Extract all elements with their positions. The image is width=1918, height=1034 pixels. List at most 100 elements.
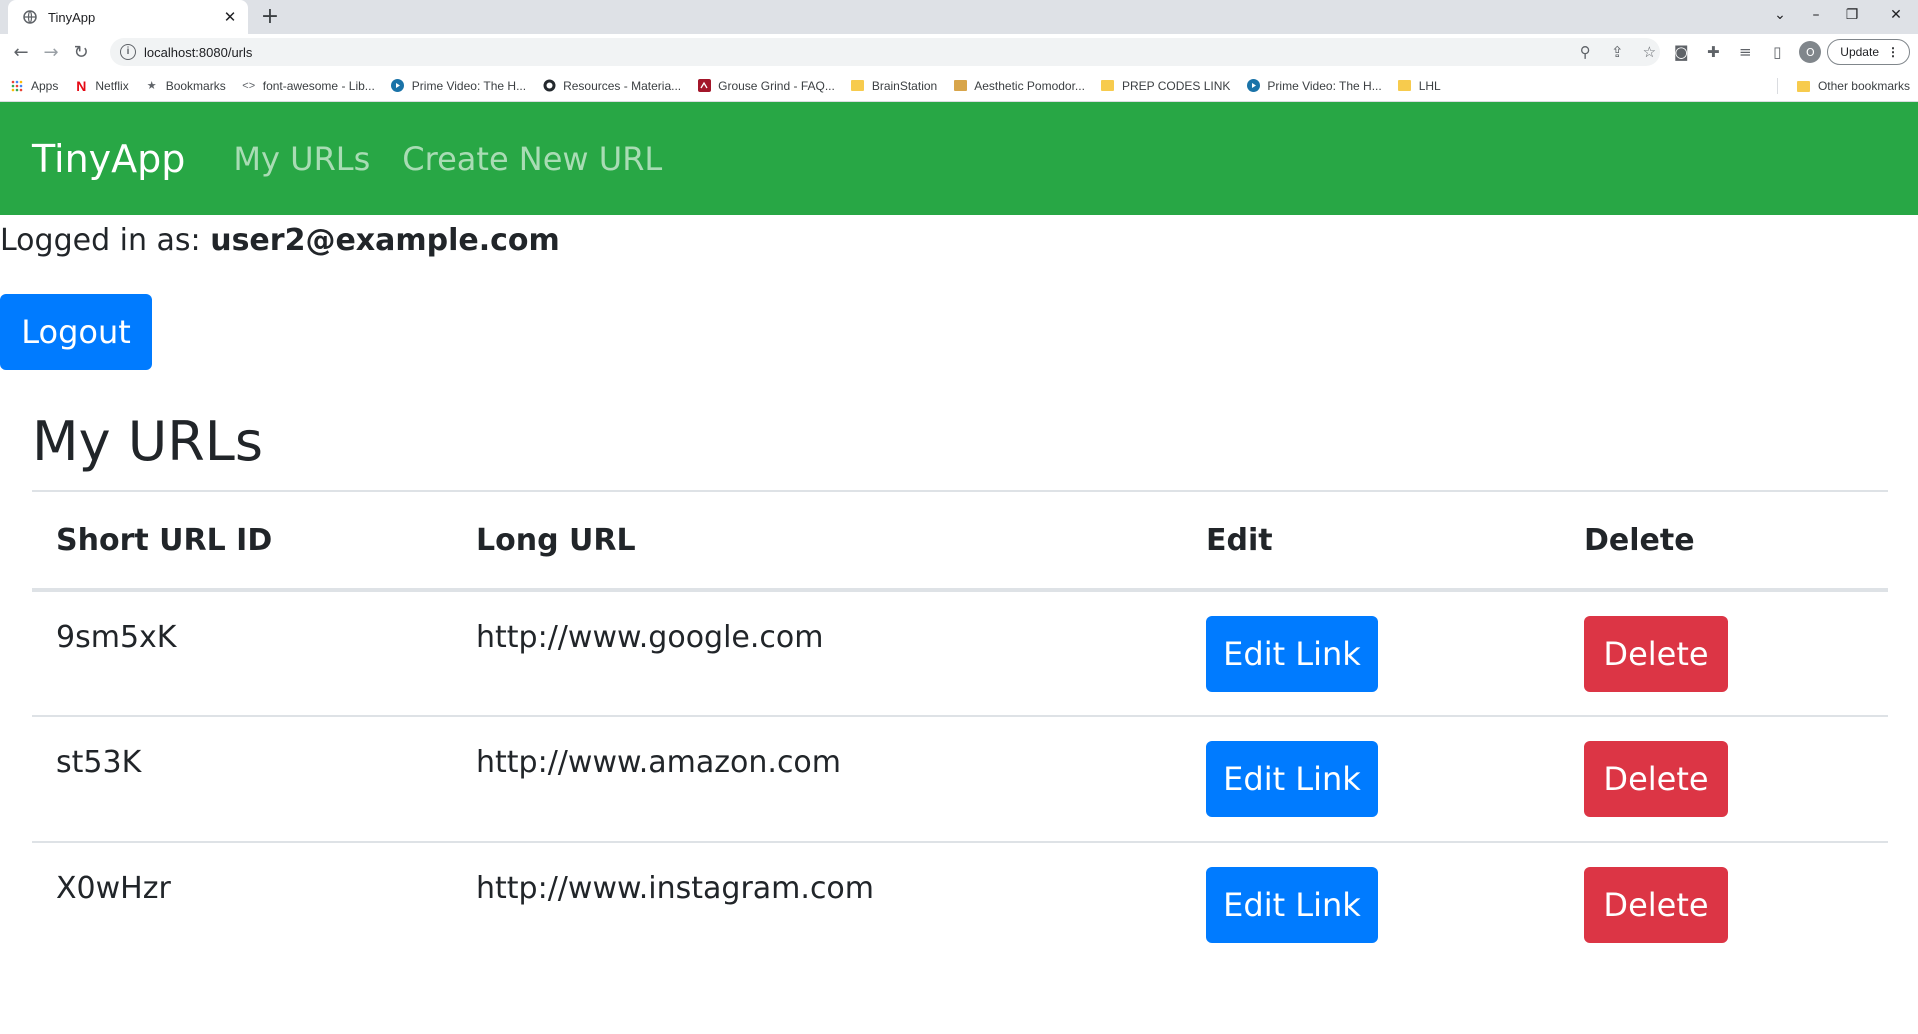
bookmark-netflix[interactable]: N Netflix [74,77,129,94]
reading-list-icon[interactable]: ≡ [1729,38,1761,66]
bookmark-label: PREP CODES LINK [1121,78,1231,93]
column-header-long-url: Long URL [452,492,1182,592]
edit-link-button[interactable]: Edit Link [1206,741,1378,817]
table-row: X0wHzr http://www.instagram.com Edit Lin… [32,842,1888,968]
bookmark-prime-video-2[interactable]: Prime Video: The H... [1246,78,1382,93]
github-icon [542,79,556,93]
bookmark-other[interactable]: Other bookmarks [1797,79,1910,93]
folder-icon [1101,79,1115,93]
browser-tab[interactable]: TinyApp ✕ [8,0,248,34]
edit-link-button[interactable]: Edit Link [1206,867,1378,943]
long-url: http://www.google.com [452,590,1182,717]
delete-button[interactable]: Delete [1584,741,1728,817]
folder-icon [1797,79,1811,93]
bookmark-grouse-grind[interactable]: Grouse Grind - FAQ... [697,79,835,93]
apps-grid-icon [10,79,24,93]
bookmark-label: Other bookmarks [1817,79,1910,93]
bookmark-lhl[interactable]: LHL [1398,79,1441,93]
folder-icon [953,79,967,93]
bookmark-apps[interactable]: Apps [10,79,58,93]
table-row: 9sm5xK http://www.google.com Edit Link D… [32,590,1888,717]
profile-avatar[interactable]: O [1799,41,1822,63]
bookmark-label: Apps [31,78,59,93]
edit-link-button[interactable]: Edit Link [1206,616,1378,692]
edit-cell: Edit Link [1182,590,1560,717]
tab-strip: TinyApp ✕ + ⌄ – ❐ ✕ [0,0,1918,34]
logged-in-prefix: Logged in as: [0,223,201,258]
site-info-icon[interactable]: i [120,44,136,60]
bookmark-prime-video-1[interactable]: Prime Video: The H... [391,79,526,93]
forward-icon[interactable]: → [36,37,66,67]
delete-cell: Delete [1560,590,1888,717]
bookmark-label: Prime Video: The H... [1267,78,1382,93]
delete-cell: Delete [1560,842,1888,968]
bookmark-label: Netflix [95,78,129,93]
table-header-row: Short URL ID Long URL Edit Delete [32,492,1888,592]
bookmark-font-awesome[interactable]: <> font-awesome - Lib... [242,79,375,93]
address-url: localhost:8080/urls [144,44,253,60]
code-icon: <> [242,79,256,92]
zoom-icon[interactable]: ⚲ [1569,38,1601,66]
menu-dots-icon: ⋮ [1887,45,1899,59]
column-header-edit: Edit [1182,492,1560,592]
edit-cell: Edit Link [1182,842,1560,968]
delete-cell: Delete [1560,716,1888,843]
side-panel-icon[interactable]: ▯ [1761,38,1793,66]
folder-icon [851,79,865,93]
tab-title: TinyApp [48,9,96,25]
urls-table: Short URL ID Long URL Edit Delete 9sm5xK… [32,492,1888,968]
column-header-short-url: Short URL ID [32,492,452,592]
extensions-icon[interactable]: ✚ [1697,38,1729,66]
bookmark-prep-codes[interactable]: PREP CODES LINK [1101,79,1230,93]
share-icon[interactable]: ⇪ [1601,38,1633,66]
user-email: user2@example.com [210,223,560,258]
page-title: My URLs [32,410,263,473]
app-brand[interactable]: TinyApp [32,137,185,181]
nav-my-urls[interactable]: My URLs [233,140,370,178]
update-button[interactable]: Update ⋮ [1827,39,1910,65]
browser-chrome: TinyApp ✕ + ⌄ – ❐ ✕ ← → ↻ i localhost:80… [0,0,1918,102]
bookmark-label: Aesthetic Pomodor... [974,78,1085,93]
restore-icon[interactable]: ❐ [1830,0,1874,30]
bookmarks-divider [1777,78,1778,94]
camera-icon[interactable]: ◙ [1665,38,1697,66]
address-bar[interactable]: i localhost:8080/urls [110,38,1660,66]
long-url: http://www.instagram.com [476,871,875,906]
long-url: http://www.amazon.com [452,716,1182,843]
toolbar-right: ⚲ ⇪ ☆ ◙ ✚ ≡ ▯ O Update ⋮ [1569,38,1918,66]
prime-video-icon [391,79,405,93]
urls-container: My URLs Short URL ID Long URL Edit Delet… [32,402,1888,968]
back-icon[interactable]: ← [6,37,36,67]
bookmark-label: Bookmarks [165,78,226,93]
bookmark-label: Prime Video: The H... [411,78,527,93]
short-url-id: 9sm5xK [32,590,452,717]
short-url-id: st53K [32,716,452,843]
logout-button[interactable]: Logout [0,294,152,370]
bookmark-bookmarks[interactable]: ★ Bookmarks [145,79,226,93]
bookmark-brainstation[interactable]: BrainStation [851,79,937,93]
netflix-icon: N [76,77,87,94]
bookmark-label: Resources - Materia... [563,78,682,93]
edit-cell: Edit Link [1182,716,1560,843]
bookmark-star-icon[interactable]: ☆ [1633,38,1665,66]
bookmark-aesthetic-pomodoro[interactable]: Aesthetic Pomodor... [953,79,1085,93]
column-header-delete: Delete [1560,492,1888,592]
prime-video-icon [1246,79,1260,93]
star-icon: ★ [146,80,157,92]
reload-icon[interactable]: ↻ [66,37,96,67]
bookmark-label: Grouse Grind - FAQ... [718,78,835,93]
new-tab-icon[interactable]: + [258,5,282,29]
table-row: st53K http://www.amazon.com Edit Link De… [32,716,1888,843]
page-content: TinyApp My URLs Create New URL Logged in… [0,102,1918,1034]
window-close-icon[interactable]: ✕ [1874,0,1918,30]
delete-button[interactable]: Delete [1584,867,1728,943]
app-navbar: TinyApp My URLs Create New URL [0,102,1918,215]
close-tab-icon[interactable]: ✕ [222,9,238,25]
logged-in-status: Logged in as: user2@example.com [0,223,1918,258]
nav-create-new-url[interactable]: Create New URL [402,140,662,178]
bookmark-resources[interactable]: Resources - Materia... [542,79,681,93]
bookmark-label: LHL [1418,78,1441,93]
globe-icon [22,9,38,25]
bookmark-label: BrainStation [871,78,938,93]
delete-button[interactable]: Delete [1584,616,1728,692]
